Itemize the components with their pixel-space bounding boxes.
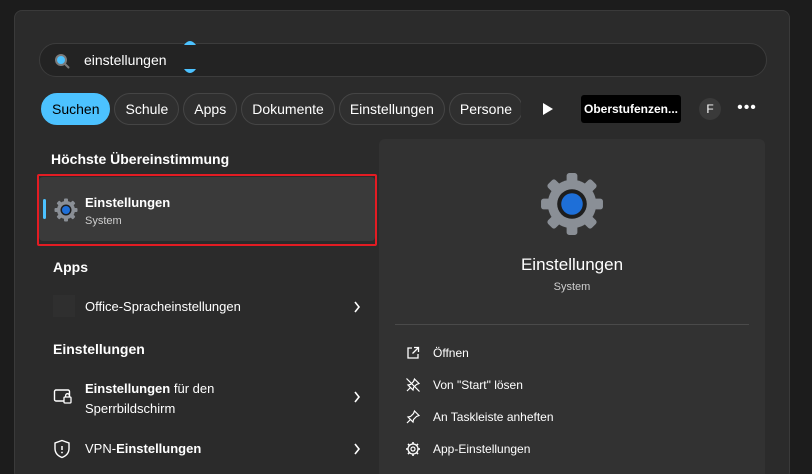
open-external-icon — [407, 346, 420, 359]
detail-subtitle: System — [553, 281, 591, 293]
search-box[interactable]: einstellungen — [39, 41, 767, 77]
filter-chip-dokumente[interactable]: Dokumente — [241, 93, 335, 125]
action-label: Von "Start" lösen — [433, 378, 523, 392]
settings-gear-icon — [541, 173, 603, 235]
detail-pane: Einstellungen System Öffnen Von "Start" … — [379, 139, 765, 474]
search-icon — [55, 54, 70, 69]
text-selection-handle-top[interactable] — [183, 38, 197, 45]
highlight-annotation-box — [37, 174, 377, 246]
apps-heading: Apps — [53, 259, 88, 275]
action-label: App-Einstellungen — [433, 442, 531, 456]
filter-chip-einstellungen[interactable]: Einstellungen — [338, 93, 445, 125]
action-label: An Taskleiste anheften — [433, 410, 554, 424]
divider — [395, 324, 749, 325]
action-app-einstellungen[interactable]: App-Einstellungen — [405, 439, 735, 461]
unpin-icon — [406, 377, 421, 392]
list-item-office-spracheinstellungen[interactable]: Office-Spracheinstellungen — [39, 287, 375, 327]
action-label: Öffnen — [433, 346, 469, 360]
shield-icon — [54, 439, 70, 459]
organization-button[interactable]: Oberstufenzen... — [581, 95, 681, 123]
list-item-label: Office-Spracheinstellungen — [85, 299, 241, 314]
action-an-taskleiste-anheften[interactable]: An Taskleiste anheften — [405, 407, 735, 429]
start-search-panel: einstellungen Suchen Schule Apps Dokumente E… — [14, 10, 790, 474]
filter-chip-personen[interactable]: Persone — [448, 93, 521, 125]
play-icon[interactable] — [537, 99, 557, 119]
action-oeffnen[interactable]: Öffnen — [405, 343, 735, 365]
text-selection-handle-bottom[interactable] — [183, 69, 197, 76]
list-item-label-line2: Sperrbildschirm — [85, 401, 176, 416]
action-von-start-loesen[interactable]: Von "Start" lösen — [405, 375, 735, 397]
chevron-right-icon[interactable] — [353, 443, 361, 455]
more-options-button[interactable]: ••• — [737, 99, 757, 119]
detail-title: Einstellungen — [520, 255, 624, 274]
search-filter-bar: Suchen Schule Apps Dokumente Einstellungen Pe… — [41, 93, 521, 125]
list-item-label: Einstellungen für den — [85, 381, 215, 396]
lockscreen-icon — [53, 389, 72, 404]
chevron-right-icon[interactable] — [353, 391, 361, 403]
chevron-right-icon[interactable] — [353, 301, 361, 313]
filter-chip-apps[interactable]: Apps — [183, 93, 238, 125]
office-app-icon — [53, 295, 75, 317]
list-item-sperrbildschirm[interactable]: Einstellungen für den Sperrbildschirm — [39, 373, 375, 421]
list-item-label: VPN-Einstellungen — [85, 441, 202, 456]
filter-chip-schule[interactable]: Schule — [114, 93, 180, 125]
best-match-heading: Höchste Übereinstimmung — [51, 151, 230, 167]
avatar[interactable]: F — [699, 98, 721, 120]
pin-icon — [406, 409, 421, 424]
list-item-vpn-einstellungen[interactable]: VPN-Einstellungen — [39, 429, 375, 469]
gear-icon — [406, 442, 420, 456]
filter-chip-suchen[interactable]: Suchen — [41, 93, 111, 125]
search-query-text[interactable]: einstellungen — [84, 52, 167, 68]
settings-heading: Einstellungen — [53, 341, 145, 357]
